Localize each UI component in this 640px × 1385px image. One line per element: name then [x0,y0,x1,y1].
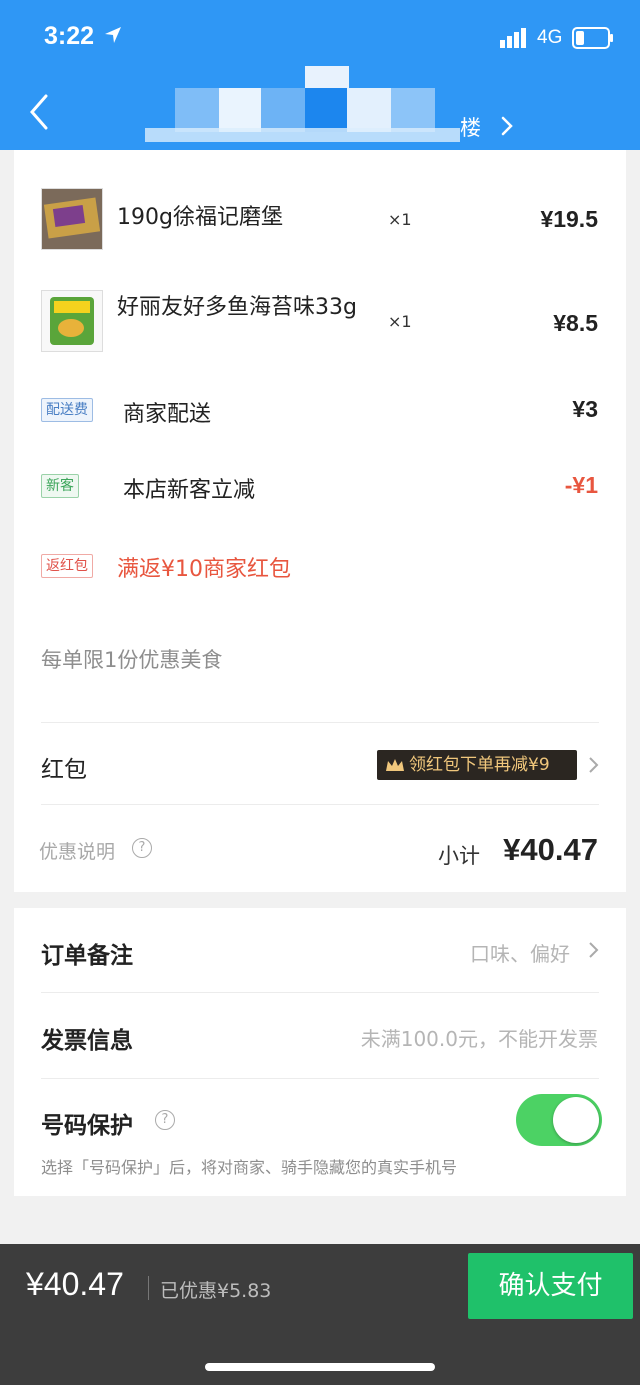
invoice-hint: 未满100.0元，不能开发票 [360,1027,598,1051]
cashback-tag: 返红包 [41,554,93,578]
invoice-label: 发票信息 [41,1028,133,1054]
privacy-description: 选择「号码保护」后，将对商家、骑手隐藏您的真实手机号 [41,1158,458,1177]
confirm-pay-button[interactable]: 确认支付 [468,1253,633,1319]
item-price: ¥8.5 [553,310,598,336]
store-name-blurred[interactable] [145,66,465,146]
delivery-fee-tag: 配送费 [41,398,93,422]
product-image-haoduoyu [41,290,103,352]
chevron-right-icon[interactable] [498,114,516,138]
subtotal-label: 小计 [438,844,480,868]
battery-icon [572,27,613,49]
item-name: 190g徐福记磨堡 [117,205,283,230]
order-remark-row[interactable]: 订单备注 口味、偏好 [14,908,626,992]
red-packet-chip-text: 领红包下单再减¥9 [409,755,550,775]
privacy-protection-label: 号码保护 [41,1113,133,1139]
order-remark-hint: 口味、偏好 [470,942,570,966]
checkout-bar: ¥40.47 已优惠¥5.83 确认支付 [0,1244,640,1385]
total-amount: ¥40.47 [26,1266,124,1302]
home-indicator[interactable] [205,1363,435,1371]
extras-card: 订单备注 口味、偏好 发票信息 未满100.0元，不能开发票 号码保护 ? 选择… [14,908,626,1196]
question-icon[interactable]: ? [155,1110,175,1130]
subtotal-value: ¥40.47 [503,832,598,867]
red-packet-label: 红包 [41,757,87,783]
order-remark-label: 订单备注 [41,943,133,969]
new-customer-discount: -¥1 [564,472,598,498]
invoice-row[interactable]: 发票信息 未满100.0元，不能开发票 [14,993,626,1077]
limit-note: 每单限1份优惠美食 [41,648,223,672]
new-customer-tag: 新客 [41,474,79,498]
discount-info-label[interactable]: 优惠说明 [39,837,115,864]
back-chevron-icon[interactable] [26,92,52,132]
crown-icon [386,759,404,771]
new-customer-label: 本店新客立减 [123,478,256,503]
network-type: 4G [537,27,563,48]
status-time: 3:22 [44,22,95,50]
item-qty: ×1 [388,210,412,229]
header-bar: 3:22 4G 楼 [0,0,640,150]
signal-icon [500,28,526,48]
chevron-right-icon[interactable] [588,755,600,775]
toggle-knob [553,1097,599,1143]
chevron-right-icon [589,942,599,958]
red-packet-promo-chip[interactable]: 领红包下单再减¥9 [377,750,577,780]
privacy-protection-toggle[interactable] [516,1094,602,1146]
item-name: 好丽友好多鱼海苔味33g [117,295,357,320]
delivery-fee: ¥3 [572,396,598,422]
saved-amount: 已优惠¥5.83 [160,1280,272,1302]
question-icon[interactable]: ? [132,838,152,858]
item-qty: ×1 [388,312,412,331]
order-card: 190g徐福记磨堡 ×1 ¥19.5 好丽友好多鱼海苔味33g ×1 ¥8.5 … [14,150,626,892]
location-arrow-icon [105,27,121,43]
divider [148,1276,149,1300]
cashback-label: 满返¥10商家红包 [117,557,291,582]
delivery-label: 商家配送 [123,402,212,427]
product-image-mobao [41,188,103,250]
store-name-suffix: 楼 [460,116,481,140]
item-price: ¥19.5 [540,206,598,232]
